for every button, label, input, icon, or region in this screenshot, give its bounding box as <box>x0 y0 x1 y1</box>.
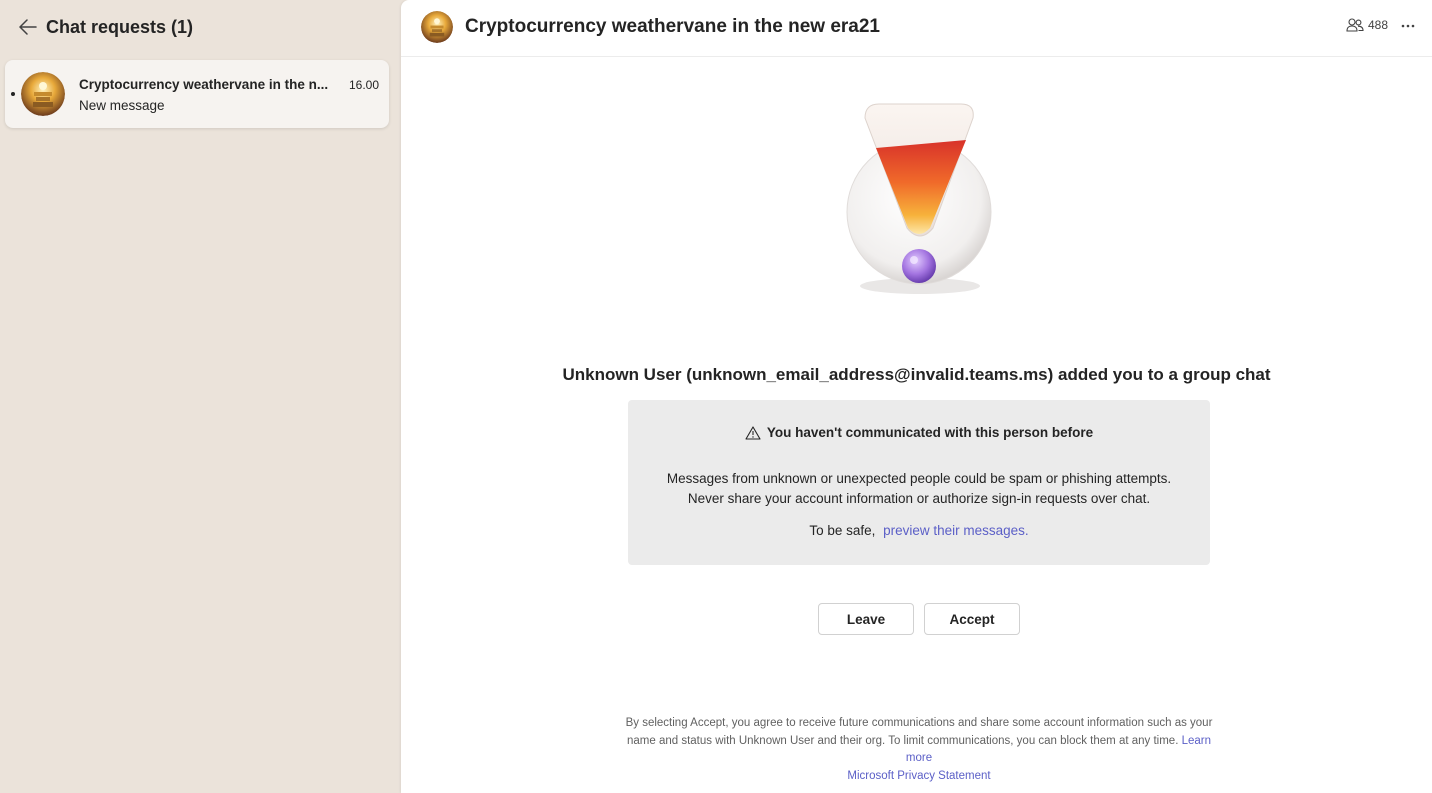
chat-request-item[interactable]: Cryptocurrency weathervane in the n... 1… <box>5 60 389 128</box>
more-options-button[interactable] <box>1398 16 1418 36</box>
participant-count: 488 <box>1367 18 1388 32</box>
chat-requests-header: Chat requests (1) <box>18 14 193 40</box>
warning-box: You haven't communicated with this perso… <box>628 400 1210 565</box>
preview-messages-link[interactable]: preview their messages. <box>883 523 1029 538</box>
warning-icon <box>745 425 761 440</box>
arrow-left-icon <box>19 19 37 35</box>
preview-hint-prefix: To be safe, <box>809 523 876 538</box>
preview-hint: To be safe, preview their messages. <box>628 523 1210 538</box>
unread-indicator <box>11 92 15 96</box>
consent-footer: By selecting Accept, you agree to receiv… <box>623 715 1215 785</box>
warning-title-text: You haven't communicated with this perso… <box>766 425 1094 440</box>
warning-body-line: Messages from unknown or unexpected peop… <box>666 471 1172 486</box>
participants-button[interactable]: 488 <box>1346 18 1388 32</box>
chat-avatar[interactable] <box>421 11 453 43</box>
group-avatar <box>21 72 65 116</box>
chat-requests-title: Chat requests (1) <box>46 16 194 37</box>
warning-body-line: Never share your account information or … <box>687 491 1151 506</box>
chat-title: Cryptocurrency weathervane in the new er… <box>465 16 880 37</box>
alert-illustration <box>835 96 1005 306</box>
leave-button[interactable]: Leave <box>818 603 914 635</box>
chat-request-name: Cryptocurrency weathervane in the n... <box>79 77 329 92</box>
chat-request-detail: Cryptocurrency weathervane in the new er… <box>401 0 1432 793</box>
more-horizontal-icon <box>1401 24 1415 28</box>
chat-header: Cryptocurrency weathervane in the new er… <box>401 0 1432 57</box>
chat-request-preview: New message <box>79 98 165 113</box>
consent-text: By selecting Accept, you agree to receiv… <box>625 717 1213 747</box>
warning-title: You haven't communicated with this perso… <box>628 425 1210 440</box>
chat-request-time: 16.00 <box>348 78 379 92</box>
privacy-statement-link[interactable]: Microsoft Privacy Statement <box>847 770 990 782</box>
back-button[interactable] <box>18 17 38 37</box>
chat-requests-panel: Chat requests (1) Cryptocurrency weather… <box>0 0 401 793</box>
people-icon <box>1346 18 1364 32</box>
accept-button[interactable]: Accept <box>924 603 1020 635</box>
added-to-group-message: Unknown User (unknown_email_address@inva… <box>562 365 1271 384</box>
warning-body: Messages from unknown or unexpected peop… <box>628 469 1210 509</box>
